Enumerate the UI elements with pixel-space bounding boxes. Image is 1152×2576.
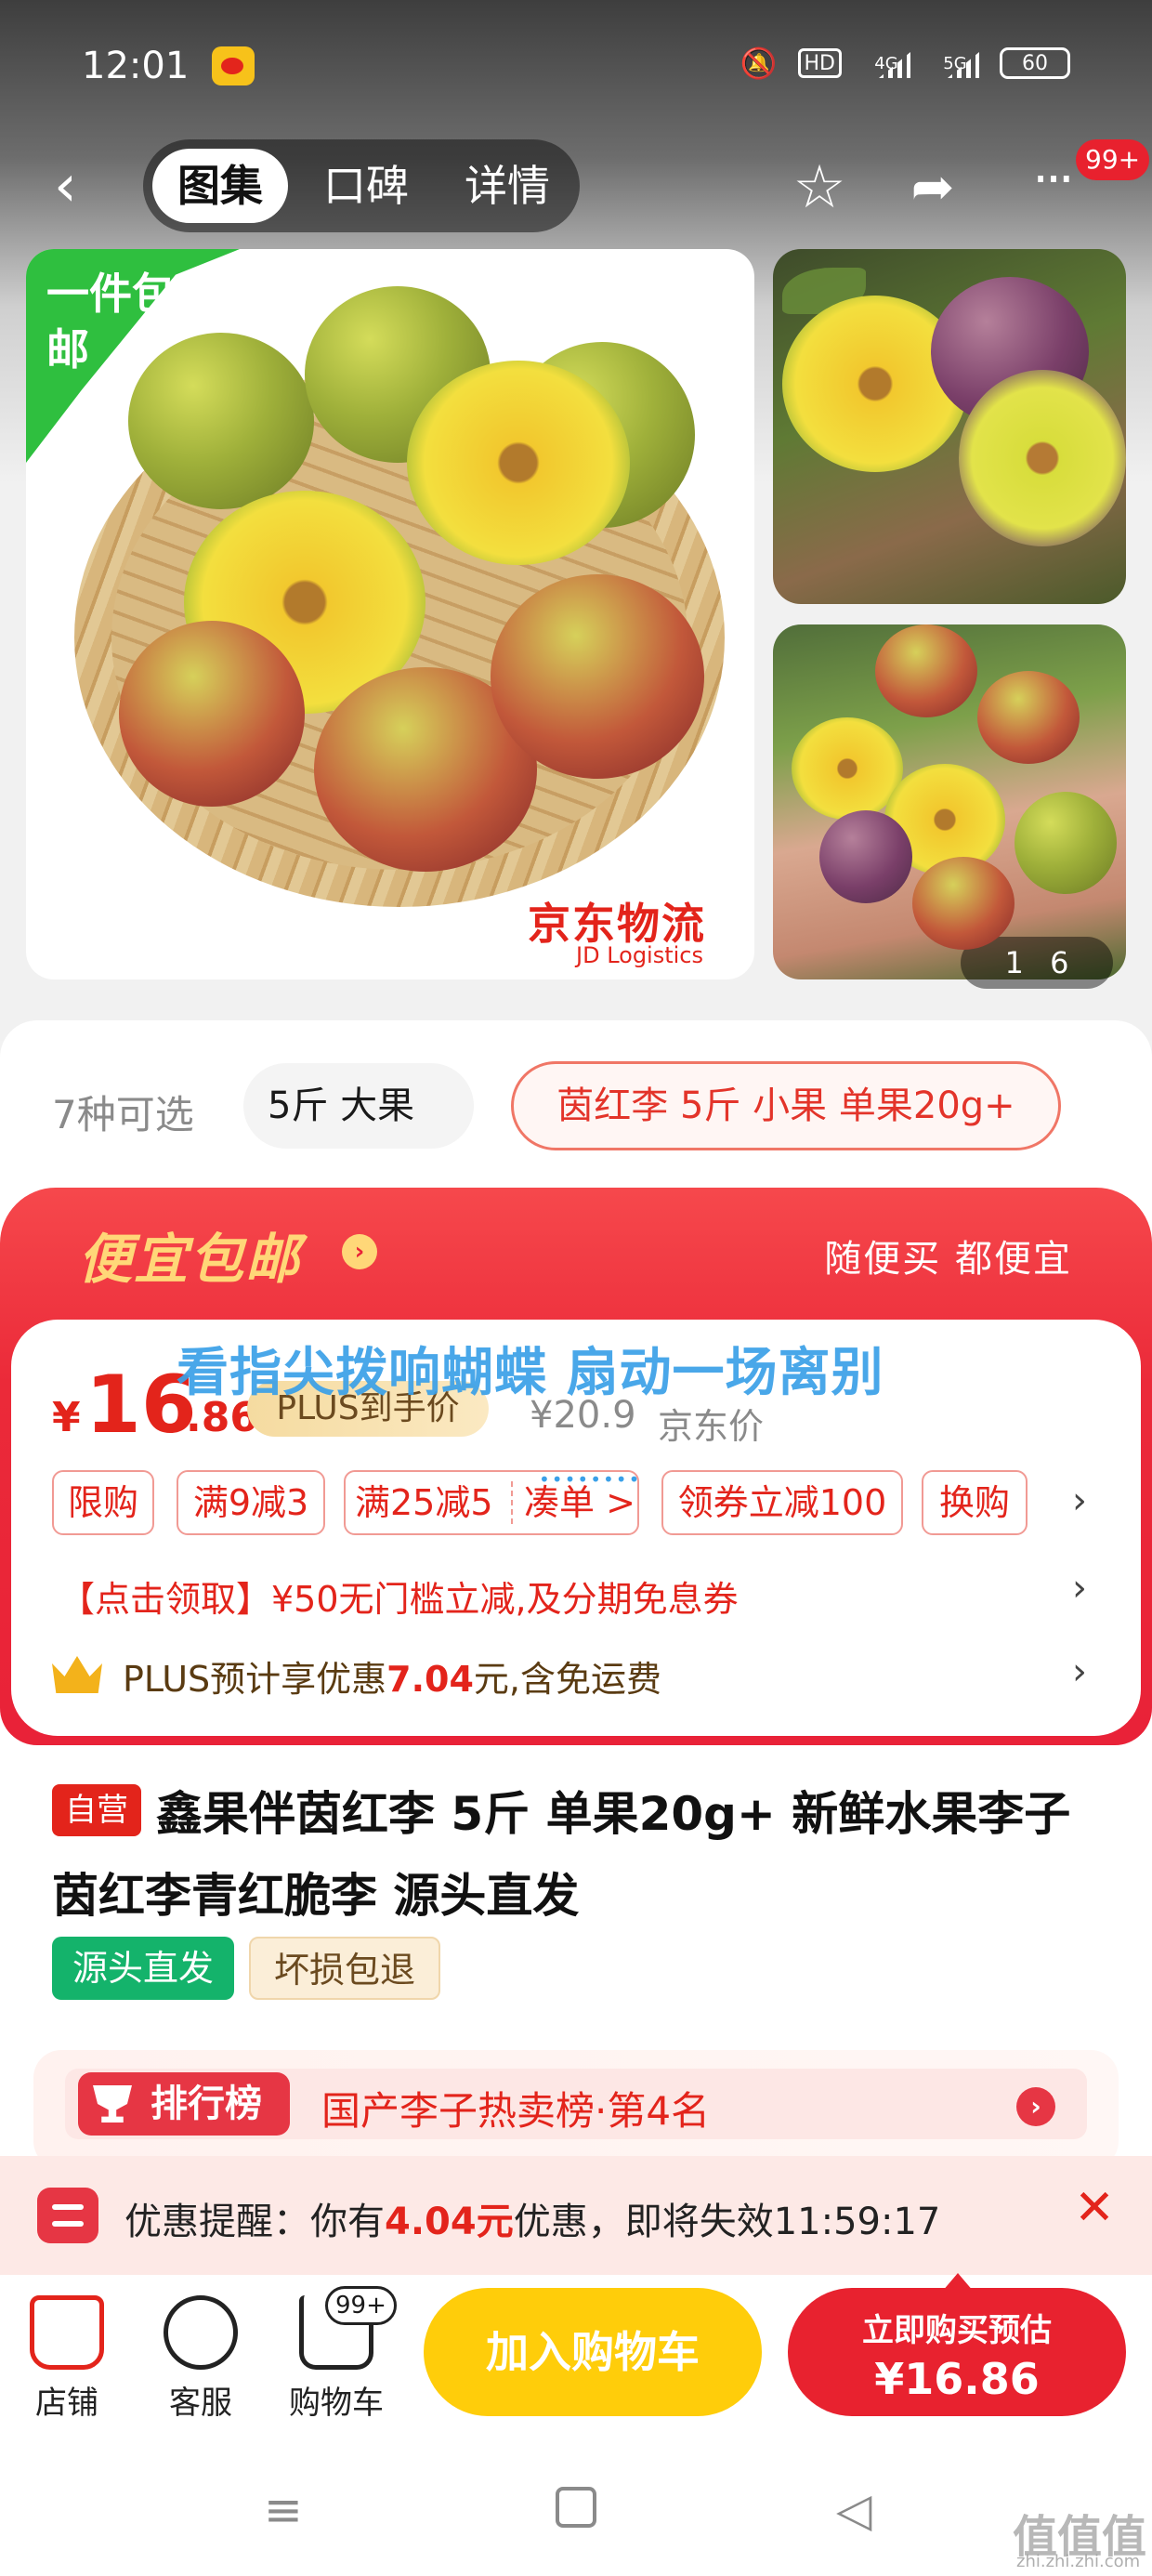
buy-now-price: ¥16.86 [874,2354,1040,2404]
plum-graphic [819,810,912,903]
plus-discount-line[interactable]: PLUS预计享优惠7.04元,含免运费 [123,1650,661,1702]
spec-chip-large[interactable]: 5斤 大果 [243,1063,474,1149]
plum-graphic [912,857,1015,950]
coupon-25-minus-5-label: 满25减5 [355,1482,493,1523]
shop-label: 店铺 [35,2385,98,2422]
spec-selector: 7种可选 5斤 大果 茵红李 5斤 小果 单果20g+ [0,1048,1152,1160]
close-icon[interactable]: ✕ [1068,2182,1120,2234]
coupon-claim-100[interactable]: 领券立减100 [661,1470,903,1535]
side-image-tree-plums[interactable] [773,249,1126,604]
cart-count-badge: 99+ [325,2286,397,2325]
spec-count[interactable]: 7种可选 [52,1084,194,1140]
back-chevron-icon[interactable]: ‹ [54,156,110,216]
buy-now-label: 立即购买预估 [862,2312,1052,2349]
coupon-25-minus-5[interactable]: 满25减5 凑单 > [344,1470,639,1535]
watermark-url: zhi.zhi.zhi.com [1016,2552,1141,2571]
share-arrow-icon[interactable]: ➦ [899,154,966,221]
top-nav: ‹ 图集 口碑 详情 ☆ ➦ ··· 99+ [0,139,1152,232]
add-to-cart-button[interactable]: 加入购物车 [424,2288,762,2416]
weibo-notification-icon [212,46,255,85]
coupon-divider [511,1481,513,1524]
system-home-icon[interactable] [556,2487,596,2528]
plus-chevron-icon[interactable]: › [1072,1650,1087,1693]
coupon-9-minus-3[interactable]: 满9减3 [177,1470,325,1535]
ranking-arrow-icon[interactable]: › [1016,2087,1055,2126]
status-bar: 12:01 🔕 HD 4G 5G 60 [0,0,1152,139]
favorite-star-icon[interactable]: ☆ [786,154,853,221]
service-label: 客服 [169,2385,232,2422]
system-menu-icon[interactable]: ≡ [264,2483,303,2537]
cut-plum-graphic [407,361,630,565]
coupon-limit[interactable]: 限购 [52,1470,154,1535]
main-product-image[interactable]: 一件包邮 京东物流 JD Logistics [26,249,754,979]
signal-5g-icon: 5G [931,45,979,82]
damage-refund-tag: 坏损包退 [249,1937,440,2000]
buy-now-button[interactable]: 立即购买预估 ¥16.86 [788,2288,1126,2416]
add-on-order-link[interactable]: 凑单 > [524,1472,635,1533]
store-icon [30,2295,104,2370]
smiley-chat-icon [164,2295,238,2370]
direct-from-source-tag: 源头直发 [52,1937,234,2000]
claim-coupon-line[interactable]: 【点击领取】¥50无门槛立减,及分期免息券 [59,1571,739,1622]
jd-logistics-logo-en: JD Logistics [576,942,704,968]
promo-subtitle: 随便买 都便宜 [824,1238,1072,1281]
plum-graphic [875,624,977,717]
promo-arrow-icon[interactable]: › [342,1234,377,1269]
plum-graphic [128,333,314,509]
coupon-exchange[interactable]: 换购 [922,1470,1028,1535]
battery-icon: 60 [1000,47,1070,79]
side-image-hand-plums[interactable] [773,624,1126,979]
shop-button[interactable]: 店铺 [11,2295,123,2423]
plum-graphic [119,621,305,807]
coupons-chevron-icon[interactable]: › [1072,1479,1087,1522]
cut-plum-graphic [959,370,1126,546]
promo-title[interactable]: 便宜包邮 [78,1216,301,1294]
hd-voice-icon: HD [797,48,842,78]
status-time: 12:01 [82,45,190,87]
plum-graphic [977,671,1080,764]
mute-bell-icon: 🔕 [740,46,778,81]
system-back-icon[interactable]: ◁ [836,2483,871,2537]
plum-graphic [491,574,704,779]
floating-lyric-overlay: 看指尖拨响蝴蝶 扇动一场离别 [177,1343,884,1403]
reminder-icon [37,2188,98,2243]
tab-details[interactable]: 详情 [439,149,576,223]
price-symbol: ¥ [52,1394,81,1441]
ranking-text[interactable]: 国产李子热卖榜·第4名 [321,2080,710,2136]
claim-chevron-icon[interactable]: › [1072,1567,1087,1610]
customer-service-button[interactable]: 客服 [145,2295,256,2423]
cart-label: 购物车 [289,2385,384,2422]
plum-graphic [1015,792,1117,894]
message-badge: 99+ [1076,139,1150,180]
tab-gallery[interactable]: 图集 [152,149,288,223]
spec-chip-selected[interactable]: 茵红李 5斤 小果 单果20g+ [511,1061,1061,1150]
tab-reviews[interactable]: 口碑 [297,149,435,223]
signal-4g-icon: 4G [862,45,910,82]
reminder-text: 优惠提醒：你有4.04元优惠，即将失效11:59:17 [124,2201,941,2243]
product-title: 鑫果伴茵红李 5斤 单果20g+ 新鲜水果李子茵红李青红脆李 源头直发 [52,1787,1071,1923]
nav-tab-group: 图集 口碑 详情 [143,139,580,232]
